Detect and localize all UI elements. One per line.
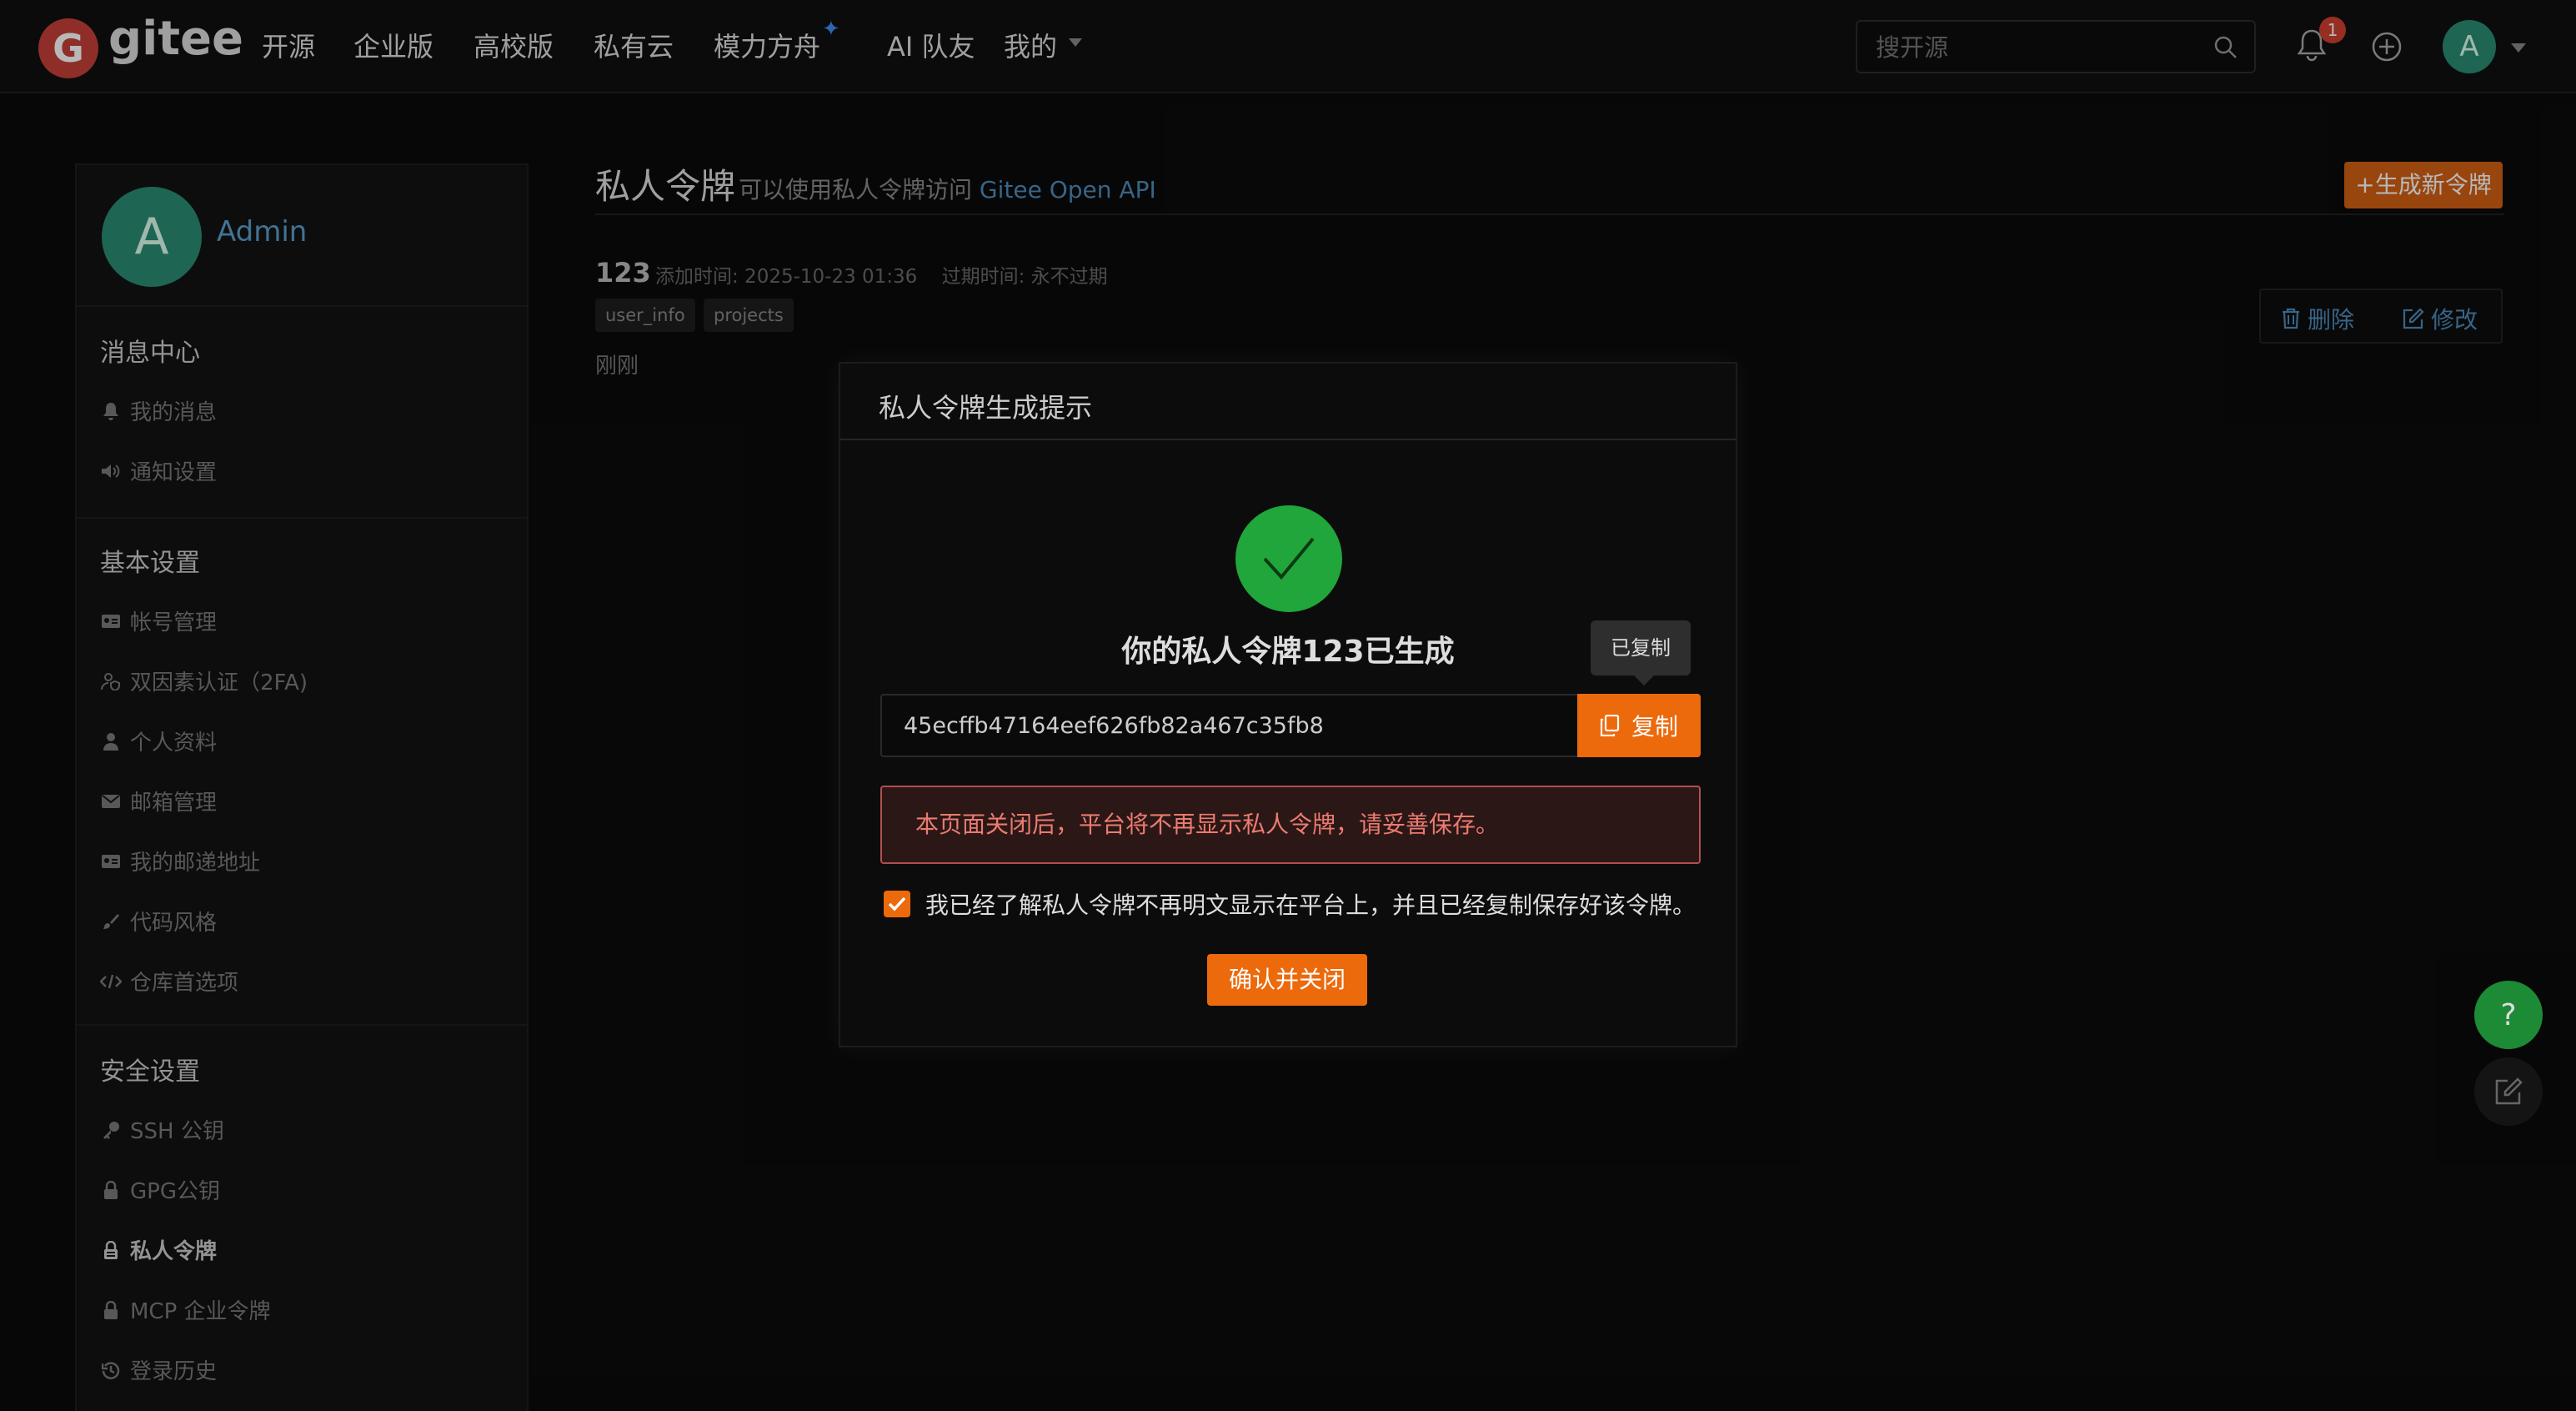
dialog-header: 私人令牌生成提示 [840, 364, 1736, 440]
acknowledge-row: 我已经了解私人令牌不再明文显示在平台上，并且已经复制保存好该令牌。 [884, 887, 1696, 921]
copy-button[interactable]: 复制 [1577, 694, 1701, 757]
tooltip-arrow [1634, 675, 1654, 685]
help-button[interactable]: ? [2474, 981, 2543, 1049]
check-circle-icon [1235, 505, 1342, 612]
warning-alert: 本页面关闭后，平台将不再显示私人令牌，请妥善保存。 [880, 786, 1701, 864]
token-value-field[interactable] [880, 694, 1582, 757]
question-icon: ? [2500, 997, 2517, 1032]
copy-icon [1600, 715, 1620, 736]
token-generated-dialog: 私人令牌生成提示 你的私人令牌123已生成 已复制 复制 本页面关闭后，平台将不… [839, 362, 1737, 1047]
edit-icon [2494, 1077, 2523, 1106]
acknowledge-checkbox[interactable] [884, 891, 910, 917]
acknowledge-label[interactable]: 我已经了解私人令牌不再明文显示在平台上，并且已经复制保存好该令牌。 [925, 887, 1696, 921]
confirm-close-button[interactable]: 确认并关闭 [1207, 954, 1367, 1006]
feedback-button[interactable] [2474, 1057, 2543, 1126]
copied-tooltip: 已复制 [1591, 620, 1691, 675]
dialog-title: 私人令牌生成提示 [879, 392, 1093, 424]
